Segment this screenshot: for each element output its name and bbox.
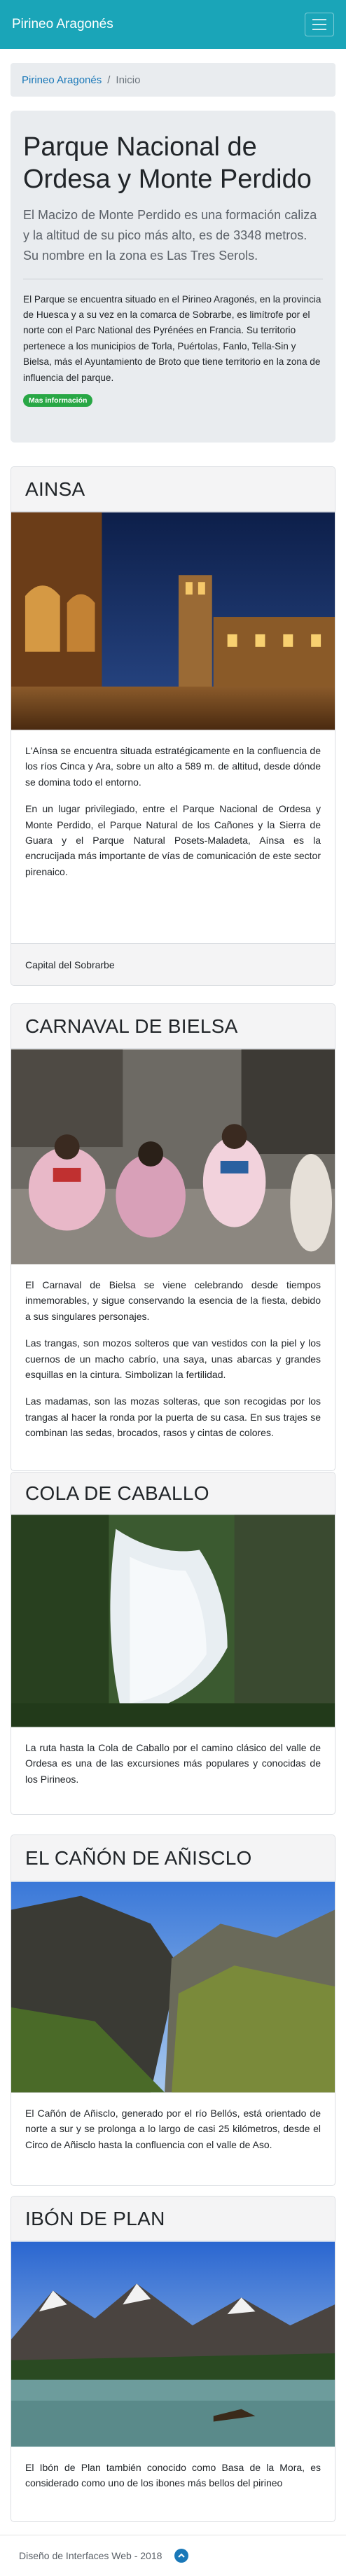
card-title: IBÓN DE PLAN xyxy=(25,2207,165,2229)
menu-toggle-button[interactable] xyxy=(305,13,334,36)
breadcrumb-separator: / xyxy=(107,74,111,86)
card-header: IBÓN DE PLAN xyxy=(11,2196,335,2241)
card-title: AINSA xyxy=(25,478,85,500)
card-body: El Ibón de Plan también conocido como Ba… xyxy=(11,2447,335,2521)
hamburger-icon xyxy=(312,19,326,20)
card-cola-de-caballo: COLA DE CABALLO La ruta hasta la Cola de… xyxy=(11,1472,335,1815)
card-ainsa: AINSA L'Aínsa se encuentra situada estra… xyxy=(11,466,335,986)
card-carnaval: CARNAVAL DE BIELSA El Carnaval de Bielsa… xyxy=(11,1003,335,1471)
site-footer: Diseño de Interfaces Web - 2018 xyxy=(0,2535,346,2576)
canyon-image xyxy=(11,1881,335,2093)
mountain-lake-image xyxy=(11,2241,335,2447)
card-paragraph: En un lugar privilegiado, entre el Parqu… xyxy=(25,803,321,877)
card-ibon-de-plan: IBÓN DE PLAN El Ibón de Plan también con… xyxy=(11,2196,335,2522)
ainsa-night-plaza-image xyxy=(11,512,335,730)
breadcrumb-current: Inicio xyxy=(116,74,141,86)
card-paragraph: El Cañón de Añisclo, generado por el río… xyxy=(25,2108,321,2150)
navbar: Pirineo Aragonés xyxy=(0,0,346,49)
card-header: CARNAVAL DE BIELSA xyxy=(11,1004,335,1049)
card-body: El Cañón de Añisclo, generado por el río… xyxy=(11,2093,335,2185)
waterfall-image xyxy=(11,1515,335,1727)
carnival-dancers-image xyxy=(11,1049,335,1265)
card-footer-text: Capital del Sobrarbe xyxy=(25,959,115,970)
card-paragraph: La ruta hasta la Cola de Caballo por el … xyxy=(25,1742,321,1785)
breadcrumb: Pirineo Aragonés / Inicio xyxy=(11,63,335,97)
card-paragraph: El Ibón de Plan también conocido como Ba… xyxy=(25,2462,321,2489)
jumbotron: Parque Nacional de Ordesa y Monte Perdid… xyxy=(11,111,335,443)
card-title: EL CAÑÓN DE AÑISCLO xyxy=(25,1846,252,1869)
card-paragraph: L'Aínsa se encuentra situada estratégica… xyxy=(25,745,321,788)
arrow-up-icon[interactable] xyxy=(174,2549,189,2563)
card-header: EL CAÑÓN DE AÑISCLO xyxy=(11,1835,335,1881)
card-title: CARNAVAL DE BIELSA xyxy=(25,1015,238,1037)
card-canon-anisclo: EL CAÑÓN DE AÑISCLO El Cañón de Añisclo,… xyxy=(11,1834,335,2186)
card-title: COLA DE CABALLO xyxy=(25,1482,209,1504)
card-body: El Carnaval de Bielsa se viene celebrand… xyxy=(11,1265,335,1470)
card-paragraph: Las trangas, son mozos solteros que van … xyxy=(25,1337,321,1380)
lead-text: El Macizo de Monte Perdido es una formac… xyxy=(23,208,317,263)
card-header: COLA DE CABALLO xyxy=(11,1473,335,1515)
footer-text: Diseño de Interfaces Web - 2018 xyxy=(19,2550,162,2561)
navbar-brand[interactable]: Pirineo Aragonés xyxy=(12,17,113,32)
card-paragraph: Las madamas, son las mozas solteras, que… xyxy=(25,1395,321,1439)
more-info-badge[interactable]: Mas información xyxy=(23,394,93,408)
card-body: La ruta hasta la Cola de Caballo por el … xyxy=(11,1727,335,1814)
card-paragraph: El Carnaval de Bielsa se viene celebrand… xyxy=(25,1279,321,1322)
intro-text: El Parque se encuentra situado en el Pir… xyxy=(23,293,321,383)
card-header: AINSA xyxy=(11,467,335,512)
breadcrumb-home-link[interactable]: Pirineo Aragonés xyxy=(22,74,102,86)
card-footer: Capital del Sobrarbe xyxy=(11,943,335,985)
card-body: L'Aínsa se encuentra situada estratégica… xyxy=(11,730,335,943)
page-title: Parque Nacional de Ordesa y Monte Perdid… xyxy=(23,132,312,194)
